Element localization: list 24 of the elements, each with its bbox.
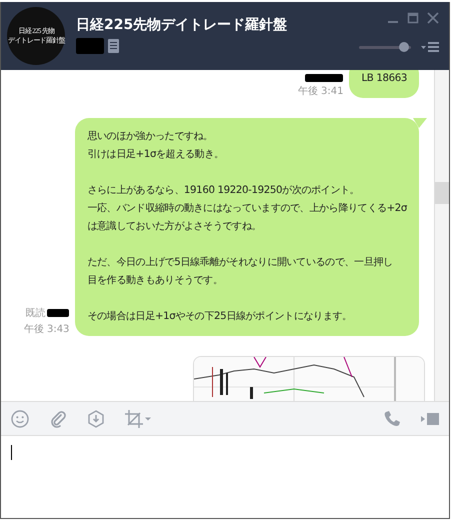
window-title: 日経225先物デイトレード羅針盤 [76,16,288,34]
crop-icon[interactable] [125,410,143,428]
message-text: さらに上があるなら、19160 19220-19250が次のポイント。 一応、バンド収縮時の動きにはなっていますので、上から降りてくる+2σ は意識しておいた方がよさそうですね。 [87,184,407,234]
scrollbar[interactable] [434,70,449,401]
message-time: 午後 3:41 [298,85,344,98]
message-text: 思いのほか強かったですね。 引けは日足+1σを超える動き。 [87,130,225,162]
volume-slider[interactable] [359,42,411,52]
message-text: ただ、今日の上げで5日線乖離がそれなりに開いているので、一旦押し 目を作る動きもありそうです。 [87,256,394,288]
slider-thumb[interactable] [398,42,409,52]
smiley-icon[interactable] [11,410,29,428]
download-icon[interactable] [87,410,105,428]
message-time: 午後 3:43 [24,323,70,336]
maximize-icon[interactable] [407,12,419,24]
caret-icon[interactable] [145,416,151,422]
paperclip-icon[interactable] [49,410,67,428]
phone-icon[interactable] [383,410,401,428]
text-cursor [11,445,12,460]
close-icon[interactable] [427,12,439,24]
message-text: その場合は日足+1σやその下25日線がポイントになります。 [87,310,353,324]
list-icon[interactable] [108,39,119,53]
message-text: LB 18663 [361,72,407,86]
menu-icon[interactable] [421,42,439,52]
read-label: 既読 [25,306,46,320]
scrollbar-thumb[interactable] [435,182,449,204]
